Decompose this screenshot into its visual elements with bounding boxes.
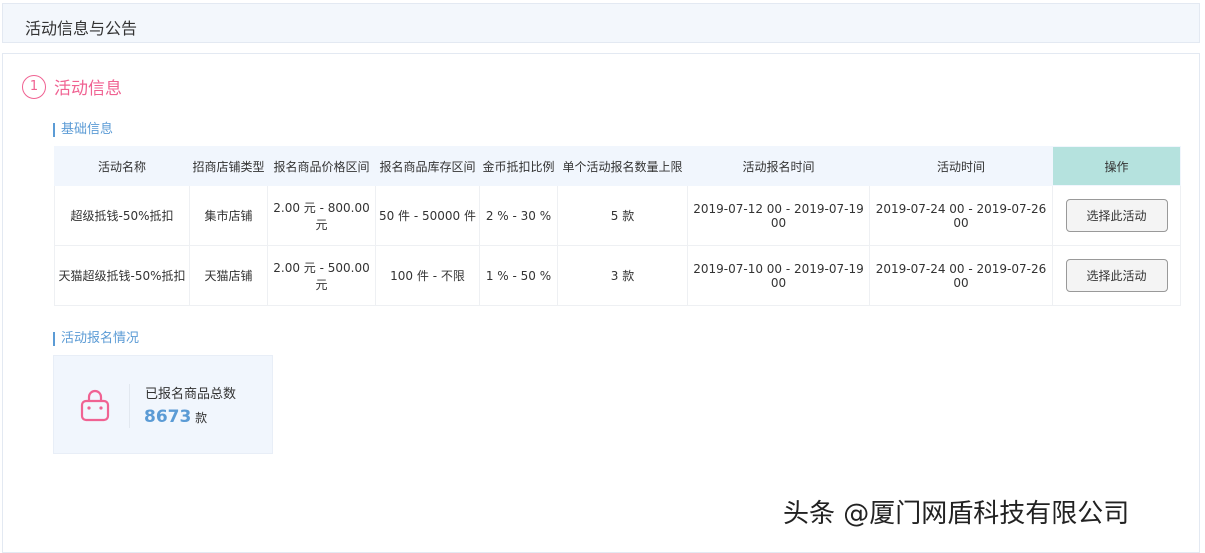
cell-price: 2.00 元 - 800.00元 xyxy=(267,185,376,246)
table-row: 天猫超级抵钱-50%抵扣 天猫店铺 2.00 元 - 500.00元 100 件… xyxy=(54,245,1181,306)
page-header: 活动信息与公告 xyxy=(2,3,1200,43)
col-header: 招商店铺类型 xyxy=(189,146,268,186)
col-header: 活动名称 xyxy=(54,146,190,186)
table-row: 超级抵钱-50%抵扣 集市店铺 2.00 元 - 800.00元 50 件 - … xyxy=(54,185,1181,246)
col-header-action: 操作 xyxy=(1052,146,1181,186)
stat-unit: 款 xyxy=(195,411,208,425)
section-title: 1 活动信息 xyxy=(22,74,122,99)
cell-limit: 3 款 xyxy=(557,245,688,306)
stat-number: 8673 xyxy=(144,407,192,427)
cell-signup-time: 2019-07-12 00 - 2019-07-19 00 xyxy=(687,185,870,246)
col-header: 报名商品库存区间 xyxy=(375,146,480,186)
cell-price: 2.00 元 - 500.00元 xyxy=(267,245,376,306)
activity-table: 活动名称 招商店铺类型 报名商品价格区间 报名商品库存区间 金币抵扣比例 单个活… xyxy=(54,146,1181,306)
select-activity-button[interactable]: 选择此活动 xyxy=(1065,199,1168,232)
select-activity-button[interactable]: 选择此活动 xyxy=(1065,259,1168,292)
col-header: 活动报名时间 xyxy=(687,146,870,186)
page-title: 活动信息与公告 xyxy=(25,19,138,38)
table-header: 活动名称 招商店铺类型 报名商品价格区间 报名商品库存区间 金币抵扣比例 单个活… xyxy=(54,146,1181,186)
cell-shop-type: 集市店铺 xyxy=(189,185,268,246)
cell-coin: 2 % - 30 % xyxy=(479,185,558,246)
shopping-bag-icon xyxy=(80,389,110,422)
basic-info-heading: 基础信息 xyxy=(53,123,113,137)
cell-limit: 5 款 xyxy=(557,185,688,246)
cell-action: 选择此活动 xyxy=(1052,245,1181,306)
signup-stat-card: 已报名商品总数 8673 款 xyxy=(53,355,273,454)
watermark: 头条 @厦门网盾科技有限公司 xyxy=(783,499,1130,529)
cell-coin: 1 % - 50 % xyxy=(479,245,558,306)
signup-heading: 活动报名情况 xyxy=(53,332,139,346)
cell-activity-time: 2019-07-24 00 - 2019-07-26 00 xyxy=(869,245,1053,306)
col-header: 报名商品价格区间 xyxy=(267,146,376,186)
cell-name: 天猫超级抵钱-50%抵扣 xyxy=(54,245,190,306)
cell-signup-time: 2019-07-10 00 - 2019-07-19 00 xyxy=(687,245,870,306)
section-title-text: 活动信息 xyxy=(54,79,122,99)
divider xyxy=(129,384,130,428)
cell-stock: 100 件 - 不限 xyxy=(375,245,480,306)
col-header: 活动时间 xyxy=(869,146,1053,186)
cell-activity-time: 2019-07-24 00 - 2019-07-26 00 xyxy=(869,185,1053,246)
cell-stock: 50 件 - 50000 件 xyxy=(375,185,480,246)
col-header: 单个活动报名数量上限 xyxy=(557,146,688,186)
stat-label: 已报名商品总数 xyxy=(145,387,237,402)
cell-name: 超级抵钱-50%抵扣 xyxy=(54,185,190,246)
col-header: 金币抵扣比例 xyxy=(479,146,558,186)
cell-shop-type: 天猫店铺 xyxy=(189,245,268,306)
step-number: 1 xyxy=(22,74,46,99)
cell-action: 选择此活动 xyxy=(1052,185,1181,246)
stat-value: 8673 款 xyxy=(144,407,207,427)
